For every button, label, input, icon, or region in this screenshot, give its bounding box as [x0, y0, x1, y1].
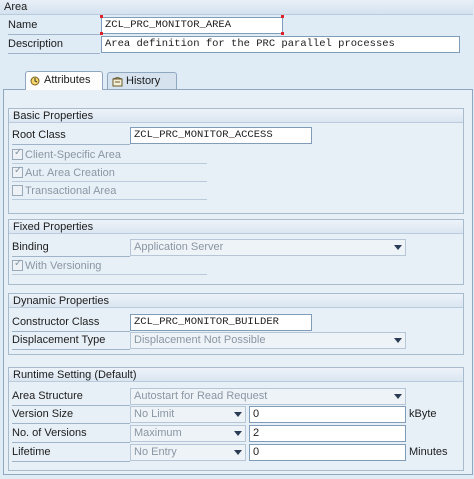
required-marker-br: [281, 32, 284, 35]
dropdown-arrow-icon: [394, 245, 402, 250]
binding-select[interactable]: Application Server: [130, 239, 406, 256]
constructor-class-label: Constructor Class: [12, 313, 130, 332]
description-field[interactable]: Area definition for the PRC parallel pro…: [101, 36, 460, 53]
displacement-type-value: Displacement Not Possible: [134, 334, 266, 346]
dropdown-arrow-icon: [234, 412, 242, 417]
lifetime-label: Lifetime: [12, 443, 130, 462]
transactional-checkbox[interactable]: [12, 184, 23, 196]
transactional-label: Transactional Area: [25, 185, 117, 197]
displacement-type-select[interactable]: Displacement Not Possible: [130, 332, 406, 349]
num-versions-label: No. of Versions: [12, 424, 130, 443]
attributes-icon: [30, 75, 40, 86]
lifetime-input[interactable]: 0: [249, 444, 406, 461]
required-marker-tl: [100, 15, 103, 18]
aut-creation-label: Aut. Area Creation: [25, 167, 115, 179]
history-icon: [112, 76, 123, 87]
displacement-type-label: Displacement Type: [12, 331, 130, 350]
version-size-select-value: No Limit: [134, 408, 175, 420]
lifetime-select-value: No Entry: [134, 446, 177, 458]
fixed-properties-title: Fixed Properties: [9, 220, 463, 234]
constructor-class-field[interactable]: ZCL_PRC_MONITOR_BUILDER: [130, 314, 312, 331]
dropdown-arrow-icon: [234, 431, 242, 436]
area-structure-select[interactable]: Autostart for Read Request: [130, 388, 406, 405]
transactional-row: Transactional Area: [12, 183, 207, 200]
tab-attributes[interactable]: Attributes: [25, 71, 103, 90]
aut-creation-row: ✓ Aut. Area Creation: [12, 165, 207, 182]
root-class-label: Root Class: [12, 126, 130, 145]
description-label: Description: [8, 35, 100, 54]
num-versions-input[interactable]: 2: [249, 425, 406, 442]
dropdown-arrow-icon: [394, 394, 402, 399]
versioning-checkbox[interactable]: ✓: [12, 257, 23, 271]
checkmark-icon: ✓: [14, 164, 23, 176]
client-specific-row: ✓ Client-Specific Area: [12, 147, 207, 164]
version-size-input[interactable]: 0: [249, 406, 406, 423]
checkmark-icon: ✓: [14, 257, 23, 269]
dropdown-arrow-icon: [394, 338, 402, 343]
runtime-setting-title: Runtime Setting (Default): [9, 368, 463, 382]
client-specific-checkbox[interactable]: ✓: [12, 146, 23, 160]
dynamic-properties-title: Dynamic Properties: [9, 294, 463, 308]
version-size-label: Version Size: [12, 405, 130, 424]
lifetime-select[interactable]: No Entry: [130, 444, 246, 461]
tab-history-label: History: [126, 75, 161, 87]
root-class-field[interactable]: ZCL_PRC_MONITOR_ACCESS: [130, 127, 312, 144]
client-specific-label: Client-Specific Area: [25, 149, 121, 161]
binding-value: Application Server: [134, 241, 224, 253]
tab-attributes-label: Attributes: [44, 74, 91, 86]
versioning-row: ✓ With Versioning: [12, 258, 207, 275]
dropdown-arrow-icon: [234, 450, 242, 455]
versioning-label: With Versioning: [25, 260, 102, 272]
num-versions-select-value: Maximum: [134, 427, 182, 439]
area-structure-value: Autostart for Read Request: [134, 390, 268, 402]
num-versions-select[interactable]: Maximum: [130, 425, 246, 442]
version-size-unit: kByte: [409, 408, 437, 420]
area-structure-label: Area Structure: [12, 387, 130, 406]
version-size-select[interactable]: No Limit: [130, 406, 246, 423]
tab-history[interactable]: History: [107, 72, 177, 89]
area-name-field[interactable]: ZCL_PRC_MONITOR_AREA: [101, 17, 283, 34]
required-marker-bl: [100, 32, 103, 35]
area-section-header: Area: [0, 0, 473, 15]
required-marker-tr: [281, 15, 284, 18]
name-label: Name: [8, 16, 100, 35]
aut-creation-checkbox[interactable]: ✓: [12, 164, 23, 178]
lifetime-unit: Minutes: [409, 446, 448, 458]
checkmark-icon: ✓: [14, 146, 23, 158]
binding-label: Binding: [12, 238, 130, 257]
basic-properties-title: Basic Properties: [9, 109, 463, 123]
